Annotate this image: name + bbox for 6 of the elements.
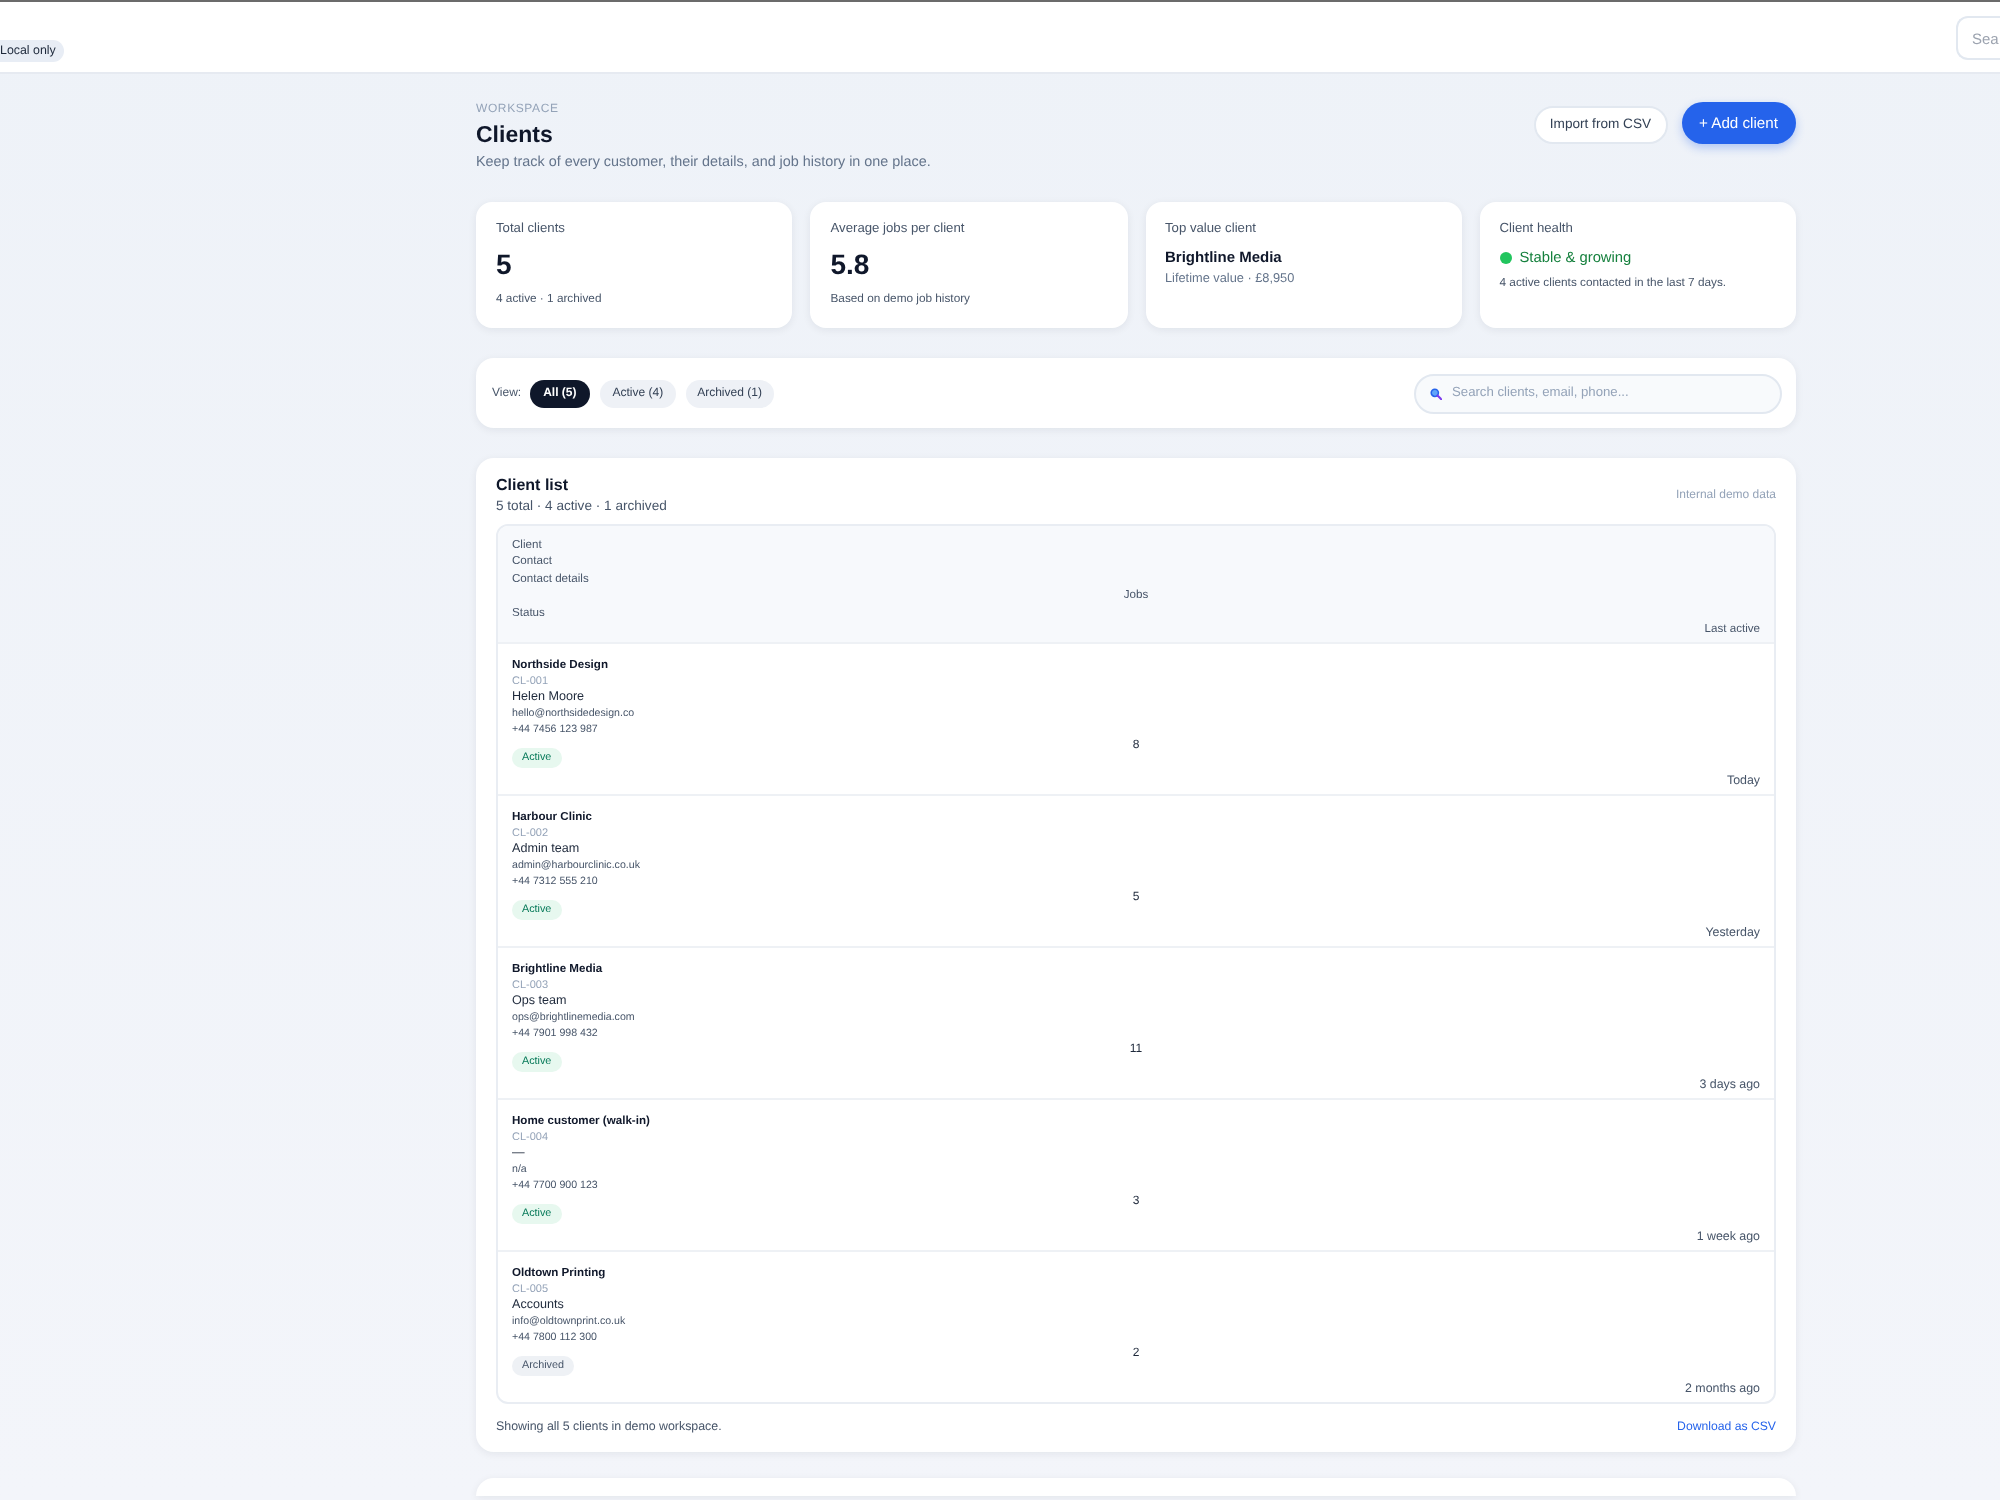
search-icon: [1430, 387, 1442, 399]
stat-value: 5: [496, 246, 512, 282]
list-title: Client list: [496, 476, 569, 496]
page-title: Clients: [476, 122, 553, 150]
stat-value: 5.8: [830, 246, 870, 282]
status-dot-icon: [1499, 252, 1512, 264]
